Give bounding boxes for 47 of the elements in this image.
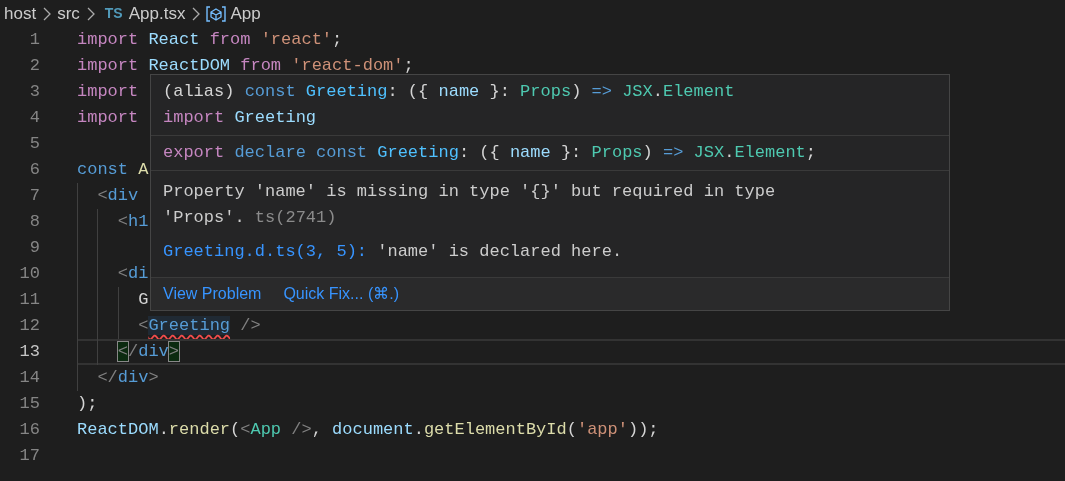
line-number: 1 — [28, 29, 40, 51]
breadcrumb-item[interactable]: App.tsx — [128, 0, 186, 27]
signature-line: import Greeting — [163, 107, 318, 129]
related-info: Greeting.d.ts(3, 5): 'name' is declared here. — [163, 241, 624, 263]
line-number: 3 — [28, 81, 40, 103]
error-message: Property 'name' is missing in type '{}' but required in type 'Props'. ts(2741) — [163, 181, 777, 229]
chevron-icon — [42, 6, 52, 21]
breadcrumb-item[interactable]: App — [230, 0, 261, 27]
line-number: 16 — [18, 419, 40, 441]
signature-line: (alias) const Greeting: ({ name }: Props) => JSX.Element — [163, 81, 736, 103]
code-line: import ReactDOM from 'react-dom'; — [77, 56, 414, 75]
code-line: ); — [77, 394, 98, 413]
line-number: 10 — [18, 263, 40, 285]
file-link[interactable]: Greeting.d.ts(3, 5): — [163, 242, 368, 261]
line-number: 17 — [18, 445, 40, 467]
code-line: <div — [96, 186, 139, 205]
line-number: 13 — [18, 341, 40, 363]
file-type-label: TS — [104, 4, 123, 23]
code-line: import — [77, 82, 139, 101]
code-line: <h1 — [116, 212, 149, 231]
line-number: 15 — [18, 393, 40, 415]
line-number: 11 — [18, 289, 40, 311]
chevron-icon — [191, 6, 201, 21]
code-line: import — [77, 108, 139, 127]
line-number: 14 — [18, 367, 40, 389]
code-line: <di — [116, 264, 149, 283]
code-line: import React from 'react'; — [77, 30, 343, 49]
code-line: <Greeting /> — [137, 316, 261, 335]
action-link[interactable]: View Problem — [163, 282, 262, 306]
line-number: 7 — [28, 185, 40, 207]
symbol-icon — [206, 4, 227, 23]
action-link[interactable]: Quick Fix... (⌘.) — [283, 282, 399, 306]
code-line: </div> — [96, 368, 159, 387]
code-line: G — [137, 290, 149, 309]
code-line: ReactDOM.render(<App />, document.getElementById('app')); — [77, 420, 659, 439]
code-line: const A — [77, 160, 149, 179]
line-number: 5 — [28, 133, 40, 155]
breadcrumb-item[interactable]: src — [57, 0, 80, 27]
line-number: 8 — [28, 211, 40, 233]
chevron-icon — [85, 6, 95, 21]
line-number: 9 — [28, 237, 40, 259]
line-number: 12 — [18, 315, 40, 337]
line-number: 4 — [28, 107, 40, 129]
line-number: 6 — [28, 159, 40, 181]
line-number: 2 — [28, 55, 40, 77]
declaration-line: export declare const Greeting: ({ name }: Props) => JSX.Element; — [163, 142, 817, 164]
breadcrumb-item[interactable]: host — [4, 0, 37, 27]
